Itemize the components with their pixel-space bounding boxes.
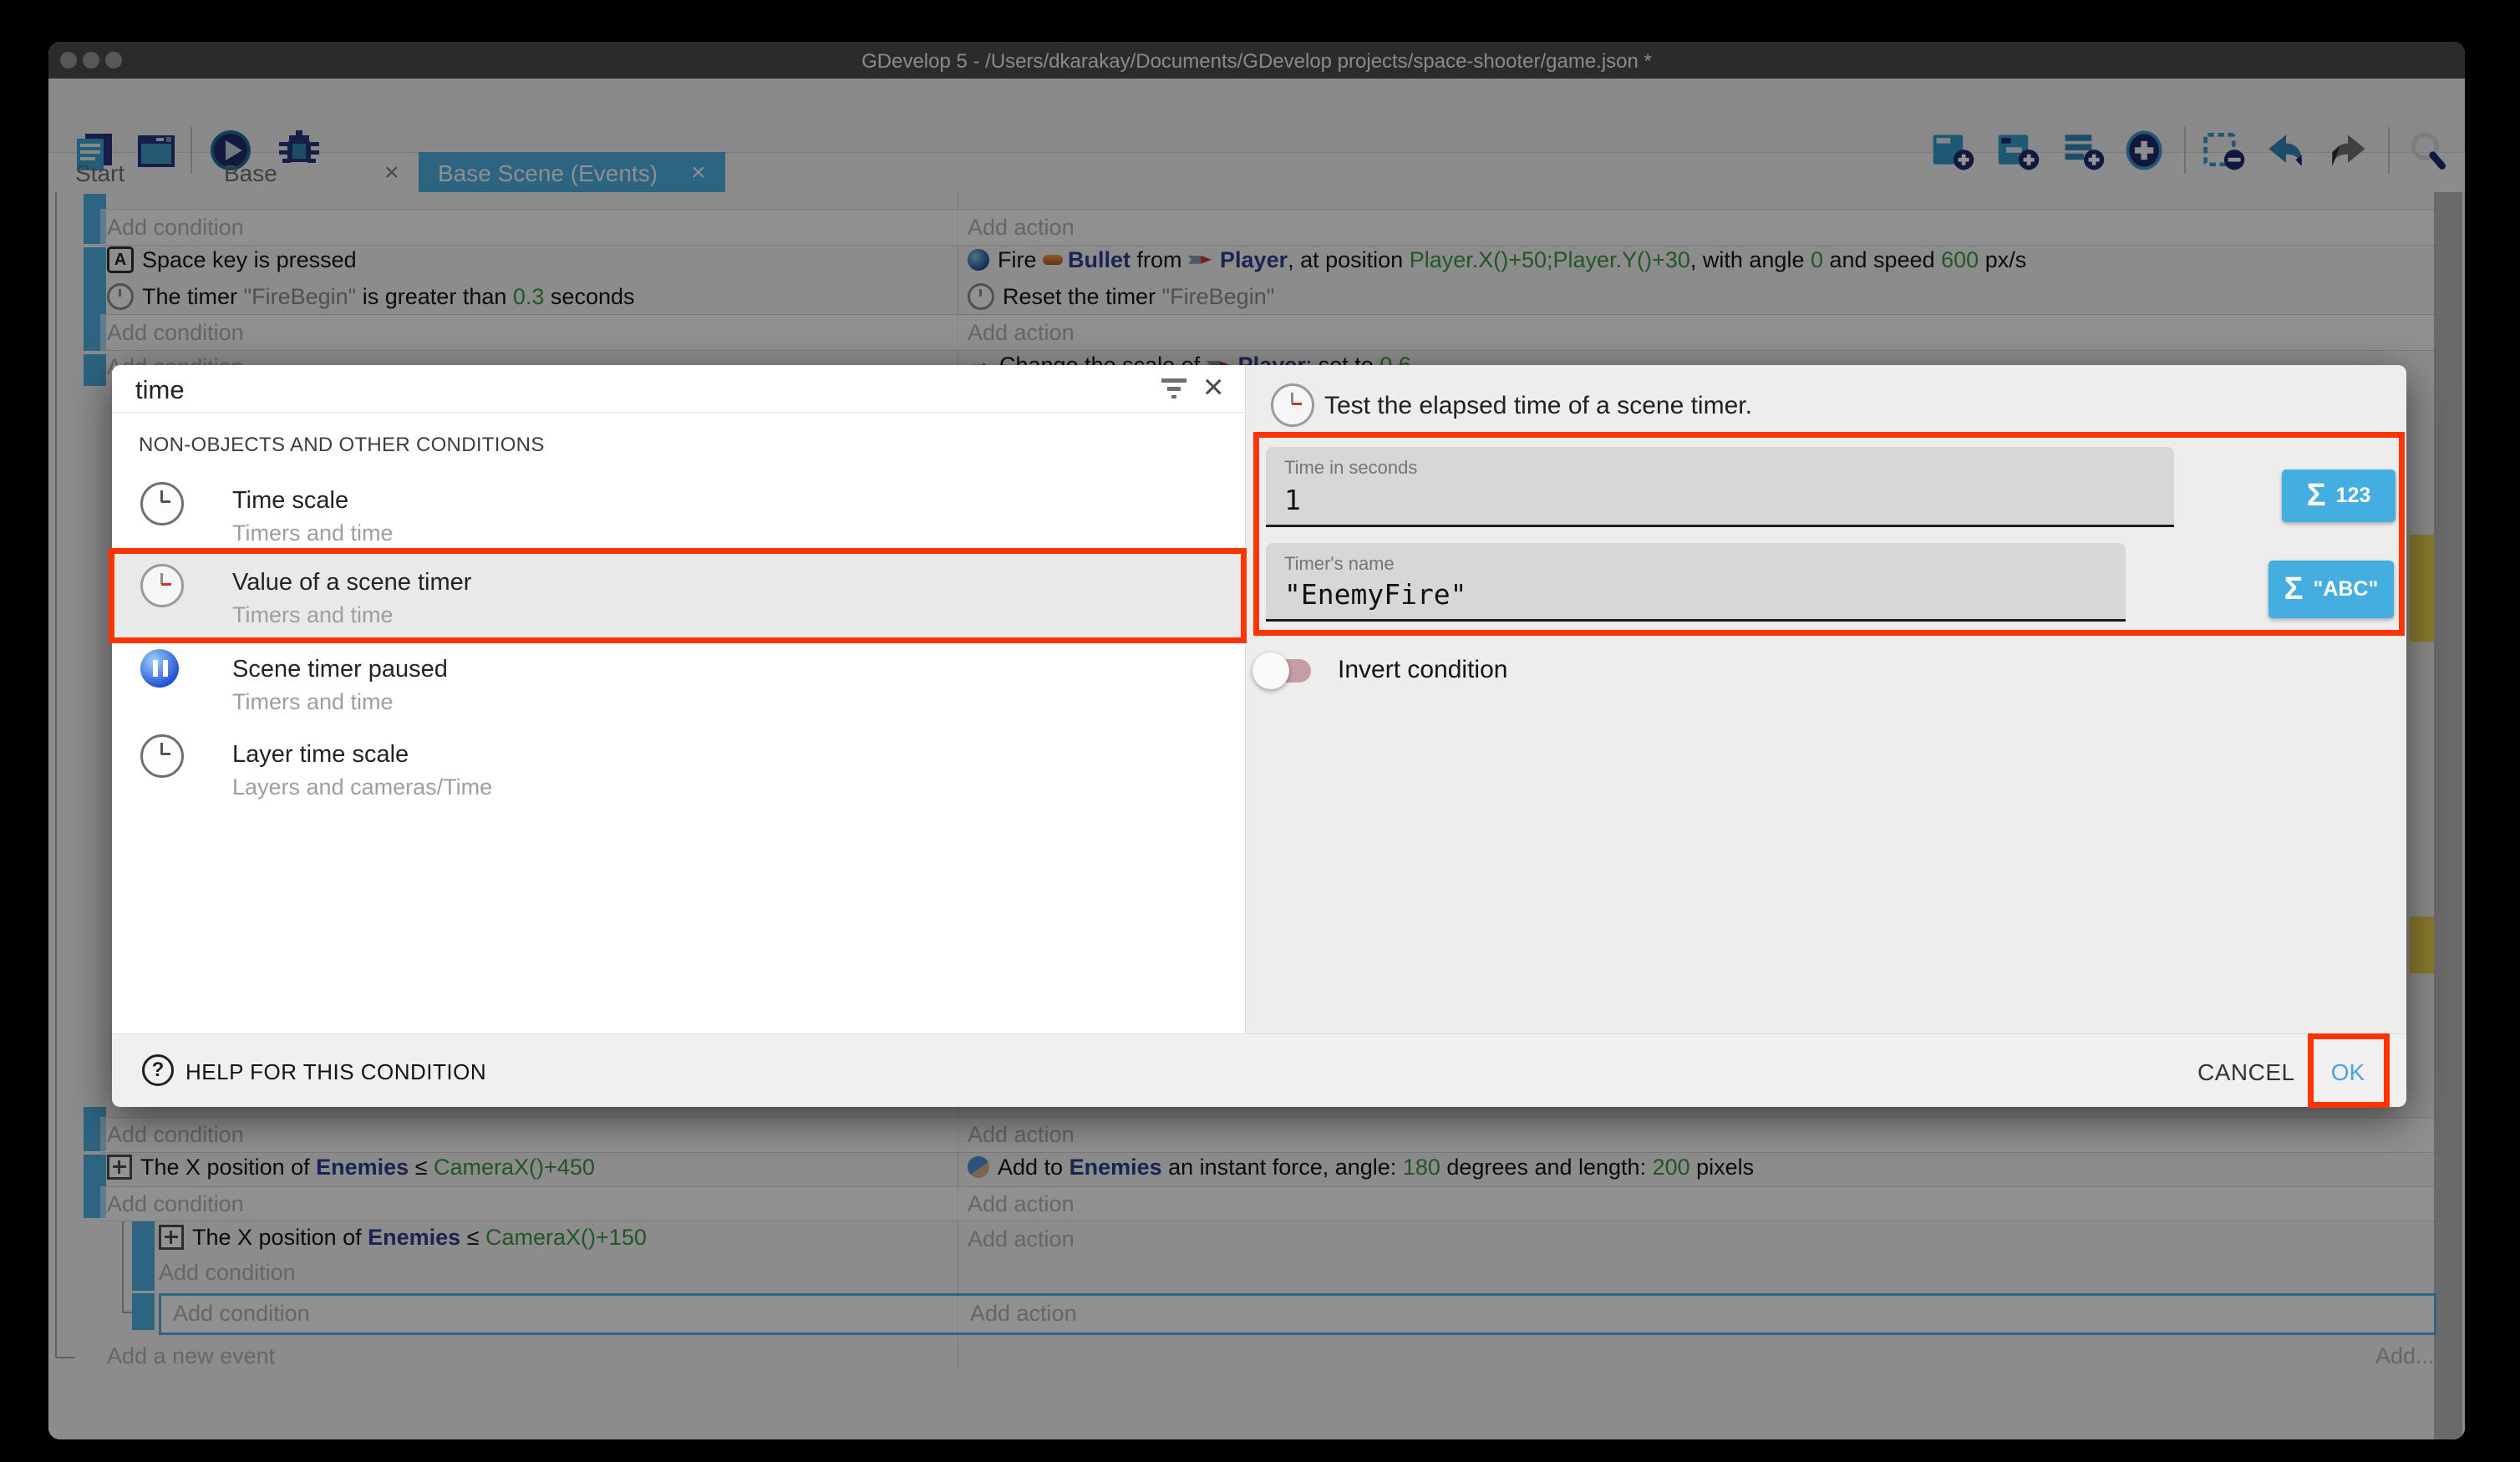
sigma-icon: Σ <box>2284 571 2304 607</box>
condition-list-panel: × NON-OBJECTS AND OTHER CONDITIONS Time … <box>112 365 1245 1033</box>
filter-icon[interactable] <box>1161 378 1186 398</box>
alarm-clock-icon <box>140 564 184 607</box>
help-icon[interactable] <box>142 1054 174 1086</box>
help-link[interactable]: HELP FOR THIS CONDITION <box>185 1059 486 1085</box>
ok-button[interactable]: OK <box>2328 1059 2368 1086</box>
expression-editor-button[interactable]: Σ 123 <box>2282 470 2396 522</box>
time-in-seconds-field[interactable]: Time in seconds 1 <box>1266 447 2174 527</box>
choose-condition-dialog: × NON-OBJECTS AND OTHER CONDITIONS Time … <box>112 365 2406 1107</box>
invert-condition-toggle-knob[interactable] <box>1252 652 1289 689</box>
section-header: NON-OBJECTS AND OTHER CONDITIONS <box>139 434 545 457</box>
list-item-time-scale[interactable]: Time scale Timers and time <box>112 474 1245 557</box>
condition-description: Test the elapsed time of a scene timer. <box>1324 392 1752 420</box>
sigma-icon: Σ <box>2307 478 2326 514</box>
dialog-footer: HELP FOR THIS CONDITION CANCEL OK <box>112 1033 2406 1107</box>
clock-icon <box>140 734 184 778</box>
cancel-button[interactable]: CANCEL <box>2197 1059 2295 1086</box>
clock-icon <box>140 482 184 525</box>
invert-condition-label: Invert condition <box>1338 656 1507 684</box>
search-input[interactable] <box>134 372 973 409</box>
divider <box>112 412 1245 413</box>
condition-detail-panel: Test the elapsed time of a scene timer. … <box>1246 365 2406 1033</box>
close-dialog-icon[interactable]: × <box>1203 367 1224 407</box>
pause-timer-icon <box>140 649 179 688</box>
list-item-layer-time-scale[interactable]: Layer time scale Layers and cameras/Time <box>112 724 1245 808</box>
timer-name-field[interactable]: Timer's name "EnemyFire" <box>1266 543 2126 622</box>
list-item-value-of-scene-timer[interactable]: Value of a scene timer Timers and time <box>112 554 1245 641</box>
alarm-clock-icon <box>1271 383 1314 427</box>
string-expression-editor-button[interactable]: Σ "ABC" <box>2269 561 2394 618</box>
list-item-scene-timer-paused[interactable]: Scene timer paused Timers and time <box>112 641 1245 724</box>
